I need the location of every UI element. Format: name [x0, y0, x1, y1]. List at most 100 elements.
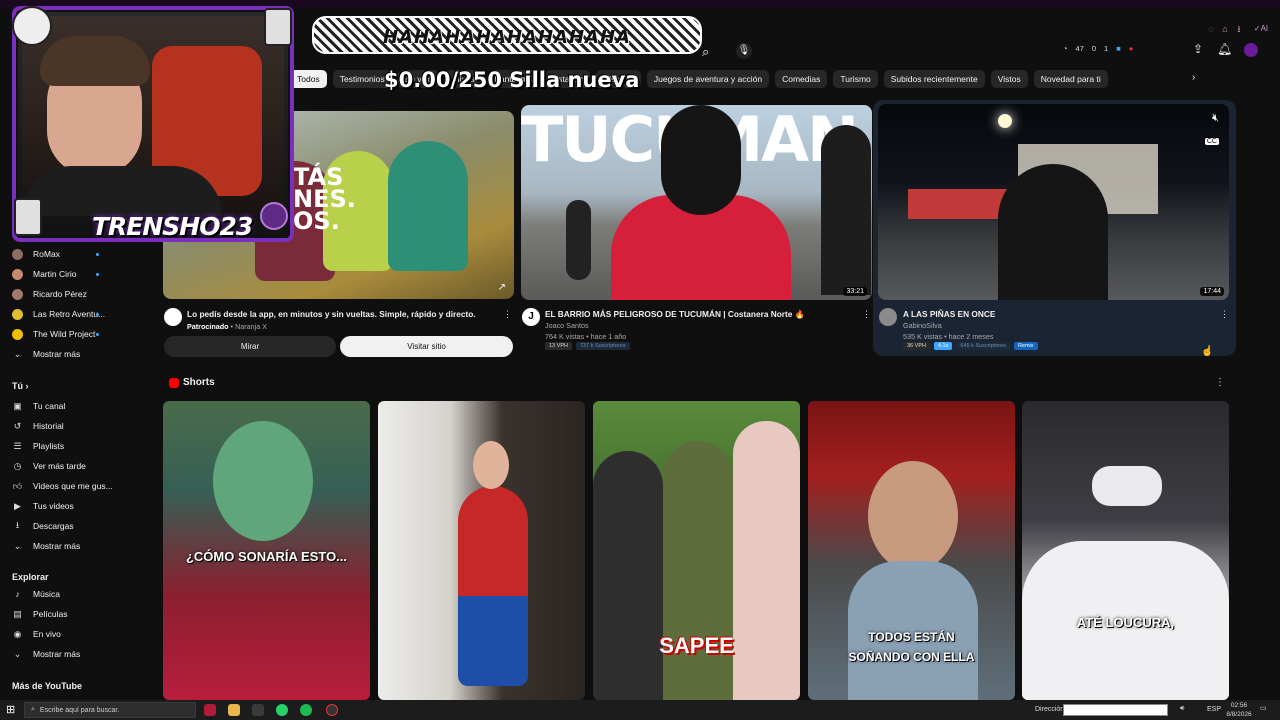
streamer-name: TRENSHO23: [92, 212, 253, 241]
taskbar-search[interactable]: ⌕ Escribe aquí para buscar.: [24, 702, 196, 718]
extension-badge-icon[interactable]: ■: [1116, 44, 1121, 53]
watch-button[interactable]: Mirar: [164, 336, 336, 357]
joker-card-top: [264, 8, 292, 46]
sidebar-show-more-you[interactable]: ⌄ Mostrar más: [12, 538, 81, 554]
you-section-title[interactable]: Tú ›: [12, 381, 29, 391]
sidebar-item-martin-cirio[interactable]: Martin Cirio: [12, 266, 76, 282]
short-face: [868, 461, 958, 571]
sidebar-show-more-subscriptions[interactable]: ⌄ Mostrar más: [12, 346, 81, 362]
chip-7[interactable]: Juegos de aventura y acción: [646, 70, 770, 88]
extension-icon[interactable]: ◌: [1206, 24, 1216, 34]
short-item[interactable]: ¿CÓMO SONARÍA ESTO...: [163, 401, 370, 700]
history-icon: ↺: [13, 420, 22, 431]
obs-icon[interactable]: [326, 704, 338, 716]
video-title[interactable]: A LAS PIÑAS EN ONCE: [903, 309, 1203, 319]
sidebar-item-your-channel[interactable]: ▣ Tu canal: [12, 398, 65, 414]
captions-icon[interactable]: CC: [1204, 138, 1219, 145]
whatsapp-icon[interactable]: [276, 704, 288, 716]
sidebar-show-more-explore[interactable]: ⌄ Mostrar más: [12, 646, 81, 662]
joker-card-bottom: [14, 198, 42, 236]
short-item[interactable]: [378, 401, 585, 700]
clock[interactable]: 02:56 8/8/2026: [1225, 701, 1253, 719]
microphone-icon[interactable]: 🎙: [736, 43, 752, 59]
chip-9[interactable]: Turismo: [833, 70, 878, 88]
windows-start-icon[interactable]: ⊞: [6, 704, 18, 716]
short-item[interactable]: SAPEE: [593, 401, 800, 700]
advertiser-avatar[interactable]: [164, 308, 182, 326]
chevron-right-icon[interactable]: ›: [1192, 72, 1195, 83]
address-input[interactable]: [1063, 704, 1168, 716]
chip-0[interactable]: Todos: [290, 70, 327, 88]
download-icon[interactable]: ⭳: [1234, 24, 1244, 34]
sidebar-item-liked-videos[interactable]: 👍︎ Videos que me gus...: [12, 478, 113, 494]
sidebar-item-label: Mostrar más: [33, 349, 81, 359]
chip-12[interactable]: Novedad para ti: [1033, 70, 1108, 88]
sidebar-item-history[interactable]: ↺ Historial: [12, 418, 64, 434]
ad-menu-icon[interactable]: ⋮: [503, 309, 512, 320]
notifications-icon[interactable]: 🔔︎: [1217, 42, 1232, 56]
mute-icon[interactable]: 🔇︎: [1212, 112, 1219, 125]
app-icon-1[interactable]: [204, 704, 216, 716]
sidebar-item-las-retro-aventuras[interactable]: Las Retro Aventu...: [12, 306, 105, 322]
sidebar-item-downloads[interactable]: ⭳ Descargas: [12, 518, 74, 534]
sidebar-item-ricardo-perez[interactable]: Ricardo Pérez: [12, 286, 87, 302]
short-item[interactable]: TODOS ESTÁN SOÑANDO CON ELLA: [808, 401, 1015, 700]
extension-badge-2-icon[interactable]: ●: [1129, 44, 1134, 53]
channel-avatar: [12, 248, 23, 260]
file-explorer-icon[interactable]: [228, 704, 240, 716]
sidebar-item-watch-later[interactable]: ◷ Ver más tarde: [12, 458, 86, 474]
sidebar-item-label: Playlists: [33, 441, 65, 451]
sidebar-item-romax[interactable]: RoMax: [12, 246, 60, 262]
short-item[interactable]: ATÉ LOUCURA,: [1022, 401, 1229, 700]
ai-icon[interactable]: ✓AI: [1249, 24, 1273, 34]
video-thumbnail-tucuman[interactable]: TUCUMAN 33:21: [521, 105, 872, 300]
duration-badge: 17:44: [1200, 287, 1224, 296]
language-indicator[interactable]: ESP: [1207, 706, 1221, 713]
search-icon[interactable]: ⌕: [702, 44, 709, 60]
speaker-icon[interactable]: 🔊︎: [1180, 705, 1184, 713]
video-title[interactable]: EL BARRIO MÁS PELIGROSO DE TUCUMÁN | Cos…: [545, 309, 855, 320]
sidebar-item-label: Ricardo Pérez: [33, 289, 87, 299]
chip-1[interactable]: Testimonios: [332, 70, 392, 88]
sidebar-item-the-wild-project[interactable]: The Wild Project: [12, 326, 95, 342]
sidebar-item-label: Música: [33, 589, 60, 599]
account-avatar[interactable]: [1244, 43, 1258, 57]
new-content-dot: [96, 273, 99, 276]
subs-badge: 737 k Suscriptores: [575, 342, 630, 350]
visit-site-button[interactable]: Visitar sitio: [340, 336, 513, 357]
channel-name[interactable]: GabinoSilva: [903, 321, 942, 330]
channel-avatar[interactable]: J: [522, 308, 540, 326]
chevron-down-icon: ⌄: [13, 540, 22, 551]
video-thumbnail-once[interactable]: 🔇︎ CC 17:44: [878, 104, 1229, 300]
sidebar-item-your-videos[interactable]: ▶ Tus videos: [12, 498, 74, 514]
advertiser-name[interactable]: Naranja X: [235, 322, 267, 331]
sidebar-item-live[interactable]: ◉ En vivo: [12, 626, 61, 642]
thumbs-up-icon: 👍︎: [12, 480, 23, 491]
external-link-icon[interactable]: ↗: [498, 282, 506, 293]
chip-8[interactable]: Comedias: [775, 70, 828, 88]
app-icon-3[interactable]: [252, 704, 264, 716]
explore-section-title: Explorar: [12, 572, 49, 582]
upload-icon[interactable]: ⇪: [1193, 42, 1203, 56]
counter-2: 0: [1091, 44, 1097, 53]
video-menu-icon[interactable]: ⋮: [862, 309, 871, 320]
sidebar-item-movies[interactable]: ▤ Películas: [12, 606, 67, 622]
channel-avatar[interactable]: [879, 308, 897, 326]
share-icon[interactable]: ⌂: [1220, 24, 1230, 34]
chip-11[interactable]: Vistos: [990, 70, 1028, 88]
taskbar-search-placeholder: Escribe aquí para buscar.: [39, 706, 120, 714]
shorts-menu-icon[interactable]: ⋮: [1215, 377, 1225, 388]
remix-badge[interactable]: Remix: [1013, 342, 1038, 350]
ad-title[interactable]: Lo pedís desde la app, en minutos y sin …: [187, 309, 497, 319]
music-icon: ♪: [15, 589, 20, 599]
chip-10[interactable]: Subidos recientemente: [883, 70, 985, 88]
new-content-dot: [96, 253, 99, 256]
video-menu-icon[interactable]: ⋮: [1220, 309, 1229, 320]
chevron-down-icon: ⌄: [13, 648, 22, 659]
spotify-icon[interactable]: [300, 704, 312, 716]
you-title-text: Tú: [12, 381, 23, 391]
notifications-icon[interactable]: ▭: [1260, 704, 1267, 712]
sidebar-item-music[interactable]: ♪ Música: [12, 586, 60, 602]
sidebar-item-playlists[interactable]: ☰ Playlists: [12, 438, 64, 454]
channel-name[interactable]: Joaco Santos: [545, 321, 589, 330]
